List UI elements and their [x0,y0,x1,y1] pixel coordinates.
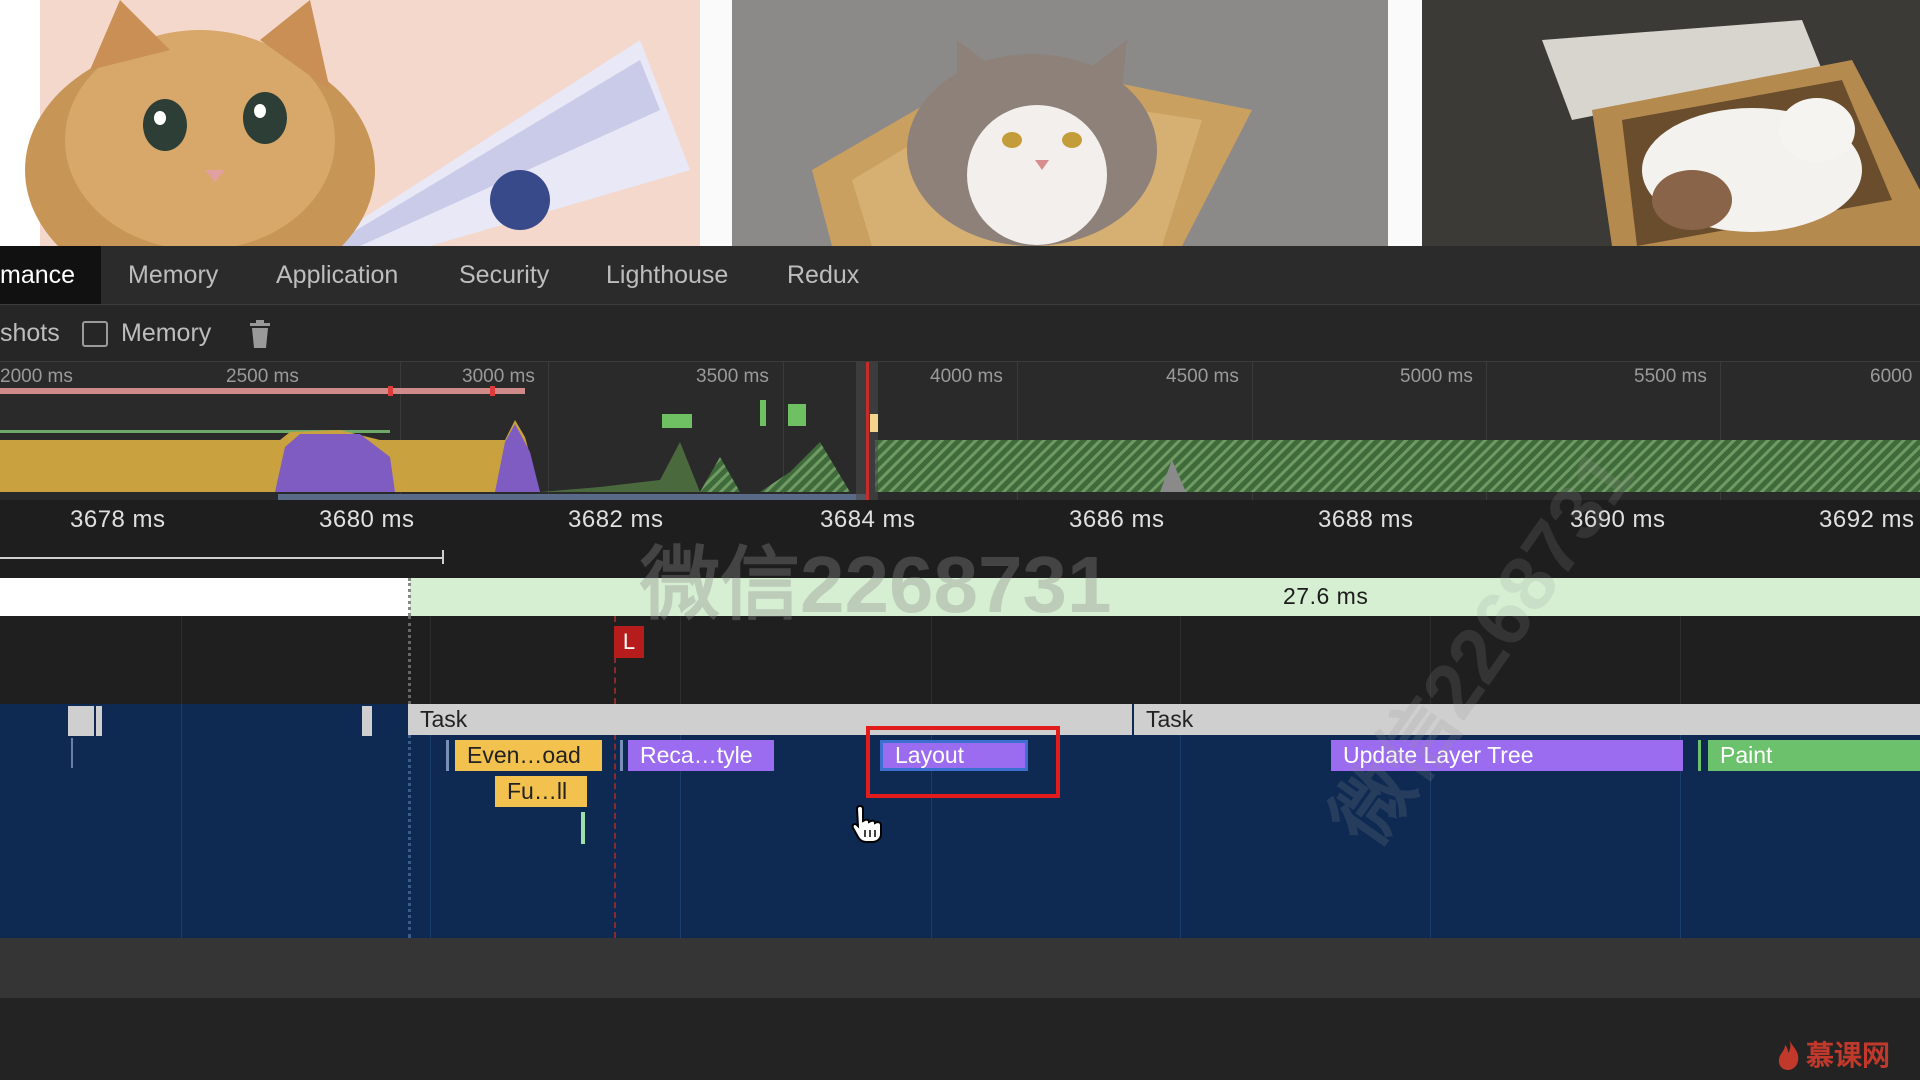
grid-line [430,616,431,704]
interaction-blank [0,578,410,616]
tab-memory-label: Memory [128,261,219,289]
grid-line [181,704,182,938]
selection-range-end[interactable] [442,550,444,564]
wechat-watermark: 微信2268731 [640,540,1112,629]
small-event-tick [71,738,73,768]
cat-on-cardboard-photo-2 [732,0,1388,246]
tab-security-label: Security [459,261,550,289]
screenshots-checkbox-label[interactable]: shots [0,319,60,348]
selection-range-line [0,557,443,559]
tab-security[interactable]: Security [459,246,549,304]
flame-logo-icon [1778,1039,1799,1070]
event-load-label: Even…oad [467,742,581,768]
interaction-boundary [408,704,411,938]
imooc-logo-text: 慕课网 [1806,1040,1891,1071]
task-bar-2[interactable]: Task [1134,704,1920,735]
interaction-duration[interactable]: 27.6 ms [1283,583,1368,610]
load-event-marker-label: L [622,629,636,654]
cat-in-box-photo-3 [1422,0,1920,246]
cat-in-box-photo-1 [0,0,700,246]
load-marker-line [614,704,616,938]
page-photo-strip [0,0,1920,246]
small-task-bar[interactable] [68,706,94,736]
imooc-logo: 慕课网 [1776,1034,1890,1074]
task-bar-1-label: Task [420,706,468,732]
summary-panel-header [0,938,1920,998]
ruler-tick: 3678 ms [70,506,166,533]
recalculate-style-label: Reca…tyle [640,742,753,768]
tab-redux[interactable]: Redux [787,246,859,304]
tab-application-label: Application [276,261,399,289]
event-load-bar[interactable]: Even…oad [455,740,602,771]
ruler-tick: 3692 ms [1819,506,1915,533]
tab-redux-label: Redux [787,261,860,289]
small-task-bar[interactable] [96,706,102,736]
tab-performance[interactable]: mance [0,246,101,304]
task-bar-2-label: Task [1146,706,1194,732]
ruler-tick: 3688 ms [1318,506,1414,533]
paint-label: Paint [1720,742,1773,768]
hand-cursor-icon [850,804,884,849]
summary-panel [0,998,1920,1080]
small-event-tick [1698,740,1701,771]
recalculate-style-bar[interactable]: Reca…tyle [628,740,774,771]
interaction-boundary [408,616,411,704]
main-thread-flame-chart[interactable]: Task Task Even…oad Reca…tyle Layout Upda… [0,704,1920,938]
memory-checkbox-label[interactable]: Memory [121,319,211,348]
grid-line [1180,616,1181,704]
performance-toolbar: shots Memory [0,305,1920,362]
small-event-tick [620,740,623,771]
function-call-bar[interactable]: Fu…ll [495,776,587,807]
grid-line [1680,616,1681,704]
grid-line [181,616,182,704]
ruler-tick: 3680 ms [319,506,415,533]
paint-bar[interactable]: Paint [1708,740,1920,771]
tab-performance-label: mance [0,261,76,289]
tab-memory[interactable]: Memory [128,246,218,304]
tab-lighthouse-label: Lighthouse [606,261,729,289]
grid-line [1180,704,1181,938]
trash-icon[interactable] [248,319,272,354]
grid-line [430,704,431,938]
devtools-tab-bar: mance Memory Application Security Lighth… [0,246,1920,305]
small-event-tick [446,740,449,771]
memory-checkbox[interactable] [82,321,108,347]
layout-highlight-box [866,726,1060,798]
function-call-label: Fu…ll [507,778,568,804]
interaction-boundary [408,578,411,616]
tab-lighthouse[interactable]: Lighthouse [606,246,728,304]
small-task-bar[interactable] [362,706,372,736]
small-event-tick [581,812,585,844]
tab-application[interactable]: Application [276,246,398,304]
